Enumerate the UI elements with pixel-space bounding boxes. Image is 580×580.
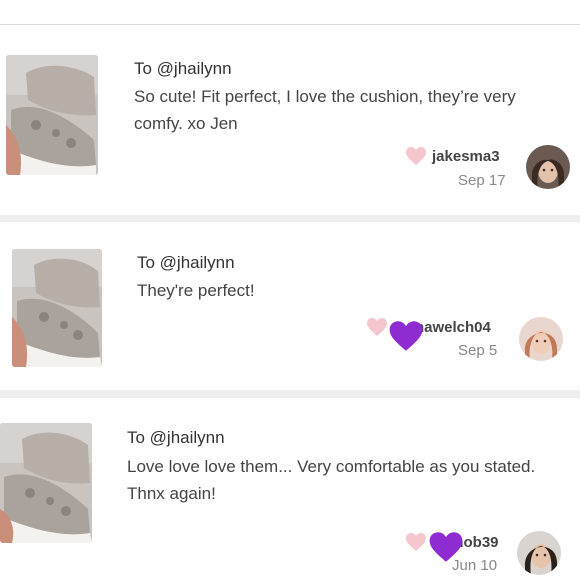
product-thumbnail[interactable] xyxy=(6,55,98,175)
like-heart-icon[interactable] xyxy=(405,532,427,552)
username-link[interactable]: nawelch04 xyxy=(415,319,491,336)
avatar[interactable] xyxy=(526,145,570,189)
recipient-label: To @jhailynn xyxy=(127,428,225,447)
username-link[interactable]: jakesma3 xyxy=(432,148,500,165)
snakeskin-sneaker-photo xyxy=(12,249,102,367)
like-heart-icon[interactable] xyxy=(405,146,427,166)
comment-card: To @jhailynn Love love love them... Very… xyxy=(0,398,580,580)
comment-text: So cute! Fit perfect, I love the cushion… xyxy=(134,87,516,133)
comment-date: Sep 5 xyxy=(458,342,498,359)
top-bar xyxy=(0,0,580,25)
comment-date: Jun 10 xyxy=(452,557,498,574)
recipient-label: To @jhailynn xyxy=(134,59,232,78)
recipient-label: To @jhailynn xyxy=(137,253,235,272)
comment-text: They're perfect! xyxy=(137,281,255,300)
like-heart-icon[interactable] xyxy=(366,317,388,337)
avatar-photo xyxy=(519,317,563,361)
snakeskin-sneaker-photo xyxy=(6,55,98,175)
snakeskin-sneaker-photo xyxy=(0,423,92,543)
avatar[interactable] xyxy=(519,317,563,361)
comment-card: To @jhailynn They're perfect! nawelch04 … xyxy=(0,222,580,390)
purple-heart-emoji-icon xyxy=(389,321,423,351)
avatar-photo xyxy=(526,145,570,189)
comment-card: To @jhailynn So cute! Fit perfect, I lov… xyxy=(0,25,580,215)
avatar[interactable] xyxy=(517,531,561,575)
comment-date: Sep 17 xyxy=(458,172,506,189)
product-thumbnail[interactable] xyxy=(12,249,102,367)
product-thumbnail[interactable] xyxy=(0,423,92,543)
comment-text: Love love love them... Very comfortable … xyxy=(127,457,536,503)
avatar-photo xyxy=(517,531,561,575)
